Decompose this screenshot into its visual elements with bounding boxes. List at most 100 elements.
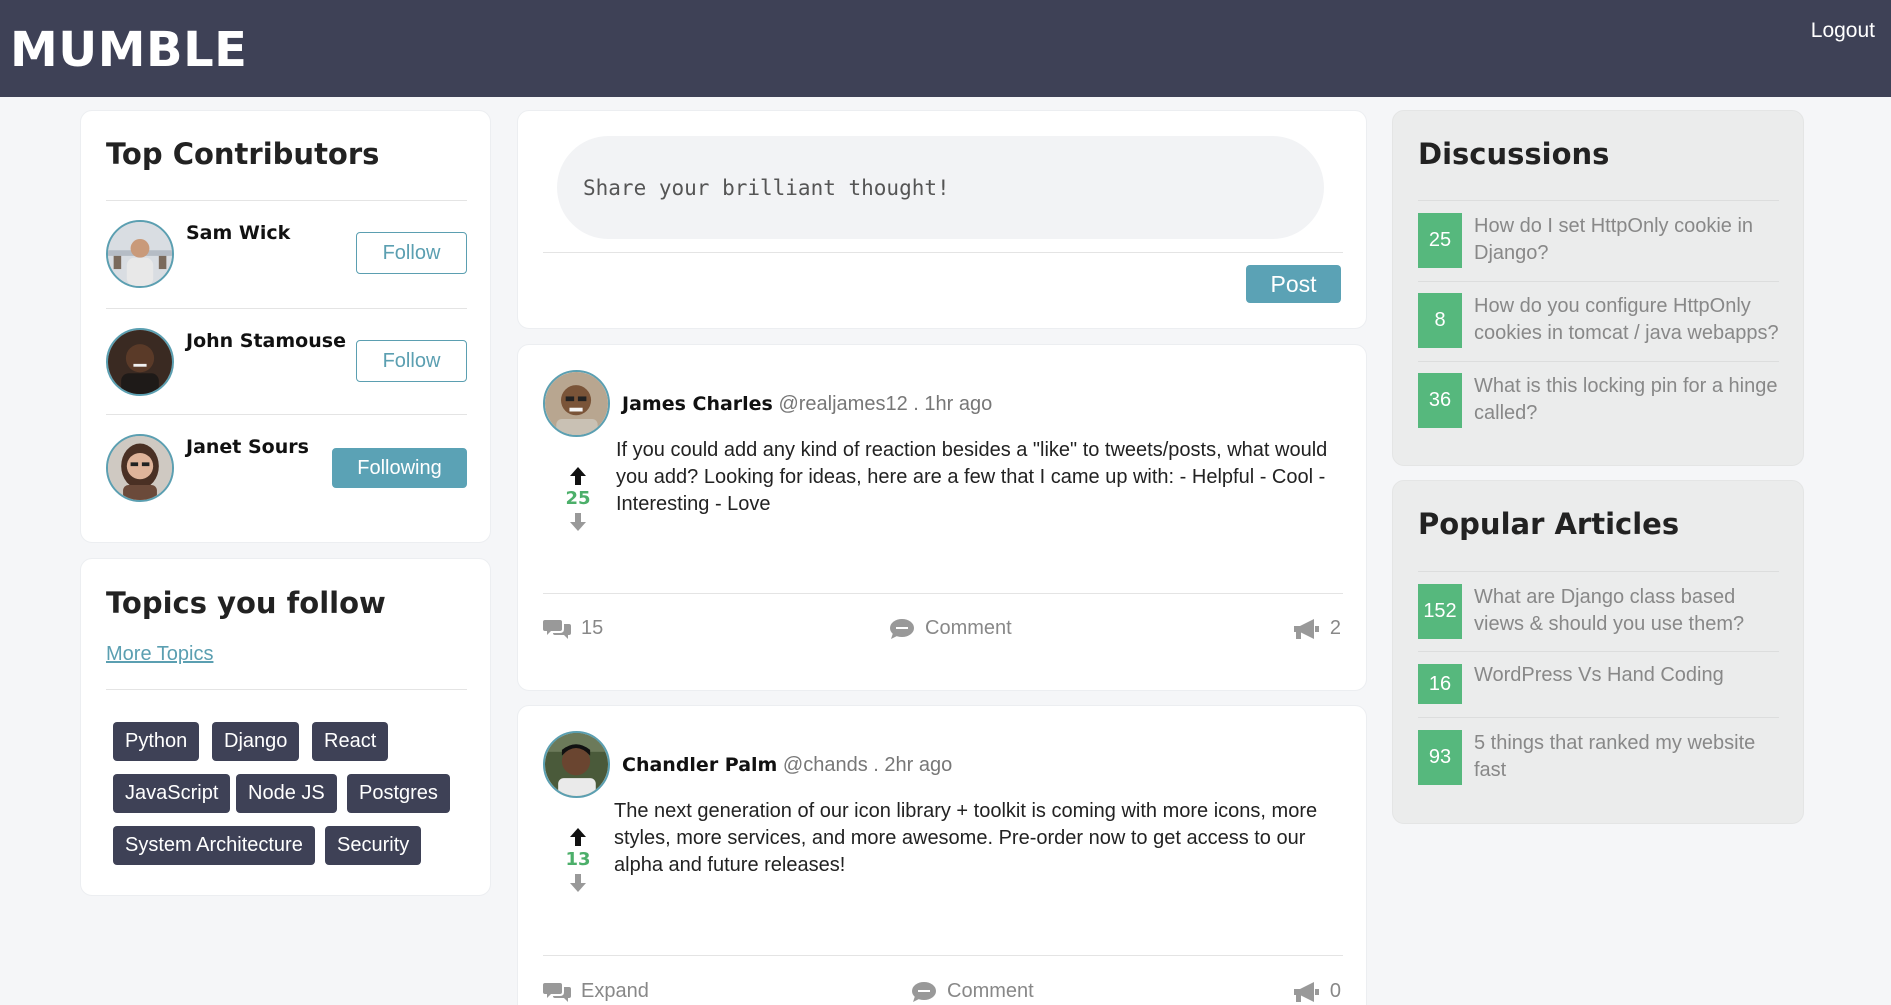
avatar[interactable] bbox=[543, 731, 610, 798]
discussion-item[interactable]: 8 How do you configure HttpOnly cookies … bbox=[1418, 293, 1779, 351]
article-link[interactable]: WordPress Vs Hand Coding bbox=[1474, 662, 1779, 689]
expand-action[interactable]: Expand bbox=[543, 980, 649, 1003]
post-handle[interactable]: @realjames12 bbox=[778, 393, 907, 415]
divider bbox=[1418, 651, 1779, 652]
replies-count: 15 bbox=[581, 617, 604, 639]
vote-widget: 13 bbox=[563, 826, 593, 894]
topics-card: Topics you follow More Topics Python Dja… bbox=[80, 558, 491, 896]
post-handle[interactable]: @chands bbox=[783, 754, 868, 776]
top-navbar: MUMBLE Logout bbox=[0, 0, 1891, 97]
post-actions: Expand Comment 0 bbox=[543, 980, 1341, 1005]
article-item[interactable]: 93 5 things that ranked my website fast bbox=[1418, 730, 1779, 788]
downvote-arrow-icon[interactable] bbox=[567, 511, 589, 533]
topic-tag-system-architecture[interactable]: System Architecture bbox=[113, 826, 315, 865]
comments-icon bbox=[543, 619, 571, 639]
post-time: . 1hr ago bbox=[913, 393, 993, 415]
follow-button[interactable]: Follow bbox=[356, 232, 467, 274]
contributor-name[interactable]: Sam Wick bbox=[186, 222, 290, 244]
topic-tag-nodejs[interactable]: Node JS bbox=[236, 774, 337, 813]
discussion-link[interactable]: How do you configure HttpOnly cookies in… bbox=[1474, 293, 1779, 347]
post-author[interactable]: James Charles bbox=[622, 393, 773, 415]
topic-tag-postgres[interactable]: Postgres bbox=[347, 774, 450, 813]
popular-articles-title: Popular Articles bbox=[1418, 507, 1680, 541]
app-logo[interactable]: MUMBLE bbox=[10, 22, 247, 78]
discussions-title: Discussions bbox=[1418, 137, 1610, 171]
topic-tag-javascript[interactable]: JavaScript bbox=[113, 774, 231, 813]
post-button[interactable]: Post bbox=[1246, 265, 1341, 303]
post-card: James Charles @realjames12 . 1hr ago 25 … bbox=[517, 344, 1367, 691]
megaphone-icon bbox=[1293, 618, 1319, 639]
count-badge: 152 bbox=[1418, 584, 1462, 639]
divider bbox=[1418, 571, 1779, 572]
divider bbox=[543, 955, 1343, 956]
comment-icon bbox=[912, 981, 936, 1002]
downvote-arrow-icon[interactable] bbox=[567, 872, 589, 894]
expand-label: Expand bbox=[581, 980, 649, 1002]
post-actions: 15 Comment 2 bbox=[543, 617, 1341, 657]
divider bbox=[543, 252, 1343, 253]
avatar[interactable] bbox=[106, 328, 174, 396]
discussion-item[interactable]: 36 What is this locking pin for a hinge … bbox=[1418, 373, 1779, 431]
topic-tag-react[interactable]: React bbox=[312, 722, 389, 761]
megaphone-icon bbox=[1293, 981, 1319, 1002]
comment-label: Comment bbox=[947, 980, 1034, 1002]
count-badge: 36 bbox=[1418, 373, 1462, 428]
discussion-link[interactable]: What is this locking pin for a hinge cal… bbox=[1474, 373, 1779, 427]
post-body: If you could add any kind of reaction be… bbox=[616, 439, 1328, 515]
post-body: The next generation of our icon library … bbox=[614, 800, 1318, 876]
vote-widget: 25 bbox=[563, 465, 593, 533]
post-header: Chandler Palm @chands . 2hr ago bbox=[622, 754, 952, 777]
comment-action[interactable]: Comment bbox=[911, 980, 1034, 1003]
divider bbox=[543, 593, 1343, 594]
count-badge: 8 bbox=[1418, 293, 1462, 348]
logout-link[interactable]: Logout bbox=[1811, 19, 1875, 43]
post-card: Chandler Palm @chands . 2hr ago 13 The n… bbox=[517, 705, 1367, 1005]
vote-count: 13 bbox=[565, 849, 591, 870]
contributor-name[interactable]: Janet Sours bbox=[186, 436, 309, 458]
count-badge: 25 bbox=[1418, 213, 1462, 268]
contributor-item: Sam Wick Follow bbox=[106, 220, 467, 292]
divider bbox=[106, 689, 467, 690]
share-action[interactable]: 0 bbox=[1292, 980, 1341, 1003]
following-button[interactable]: Following bbox=[332, 448, 467, 488]
divider bbox=[106, 200, 467, 201]
avatar[interactable] bbox=[106, 434, 174, 502]
discussion-link[interactable]: How do I set HttpOnly cookie in Django? bbox=[1474, 213, 1779, 267]
composer-card: Post bbox=[517, 110, 1367, 329]
more-topics-link[interactable]: More Topics bbox=[106, 643, 213, 666]
divider bbox=[106, 414, 467, 415]
share-count: 0 bbox=[1329, 980, 1341, 1002]
article-item[interactable]: 152 What are Django class based views & … bbox=[1418, 584, 1779, 642]
article-link[interactable]: 5 things that ranked my website fast bbox=[1474, 730, 1779, 784]
divider bbox=[1418, 281, 1779, 282]
post-time: . 2hr ago bbox=[873, 754, 953, 776]
topics-title: Topics you follow bbox=[106, 586, 386, 620]
topic-tag-django[interactable]: Django bbox=[212, 722, 300, 761]
post-author[interactable]: Chandler Palm bbox=[622, 754, 777, 776]
contributor-name[interactable]: John Stamouse bbox=[186, 330, 346, 352]
post-header: James Charles @realjames12 . 1hr ago bbox=[622, 393, 992, 416]
count-badge: 16 bbox=[1418, 664, 1462, 704]
article-item[interactable]: 16 WordPress Vs Hand Coding bbox=[1418, 664, 1779, 708]
topic-tag-python[interactable]: Python bbox=[113, 722, 200, 761]
avatar[interactable] bbox=[543, 370, 610, 437]
replies-action[interactable]: 15 bbox=[543, 617, 603, 640]
vote-count: 25 bbox=[565, 488, 591, 509]
discussions-card: Discussions 25 How do I set HttpOnly coo… bbox=[1392, 110, 1804, 466]
top-contributors-card: Top Contributors Sam Wick Follow John St… bbox=[80, 110, 491, 543]
thought-input[interactable] bbox=[557, 136, 1324, 239]
upvote-arrow-icon[interactable] bbox=[567, 465, 589, 487]
discussion-item[interactable]: 25 How do I set HttpOnly cookie in Djang… bbox=[1418, 213, 1779, 271]
divider bbox=[1418, 717, 1779, 718]
share-count: 2 bbox=[1329, 617, 1341, 639]
comment-action[interactable]: Comment bbox=[889, 617, 1012, 640]
share-action[interactable]: 2 bbox=[1292, 617, 1341, 640]
count-badge: 93 bbox=[1418, 730, 1462, 785]
avatar[interactable] bbox=[106, 220, 174, 288]
upvote-arrow-icon[interactable] bbox=[567, 826, 589, 848]
comment-label: Comment bbox=[925, 617, 1012, 639]
divider bbox=[1418, 200, 1779, 201]
follow-button[interactable]: Follow bbox=[356, 340, 467, 382]
article-link[interactable]: What are Django class based views & shou… bbox=[1474, 584, 1779, 638]
topic-tag-security[interactable]: Security bbox=[325, 826, 422, 865]
